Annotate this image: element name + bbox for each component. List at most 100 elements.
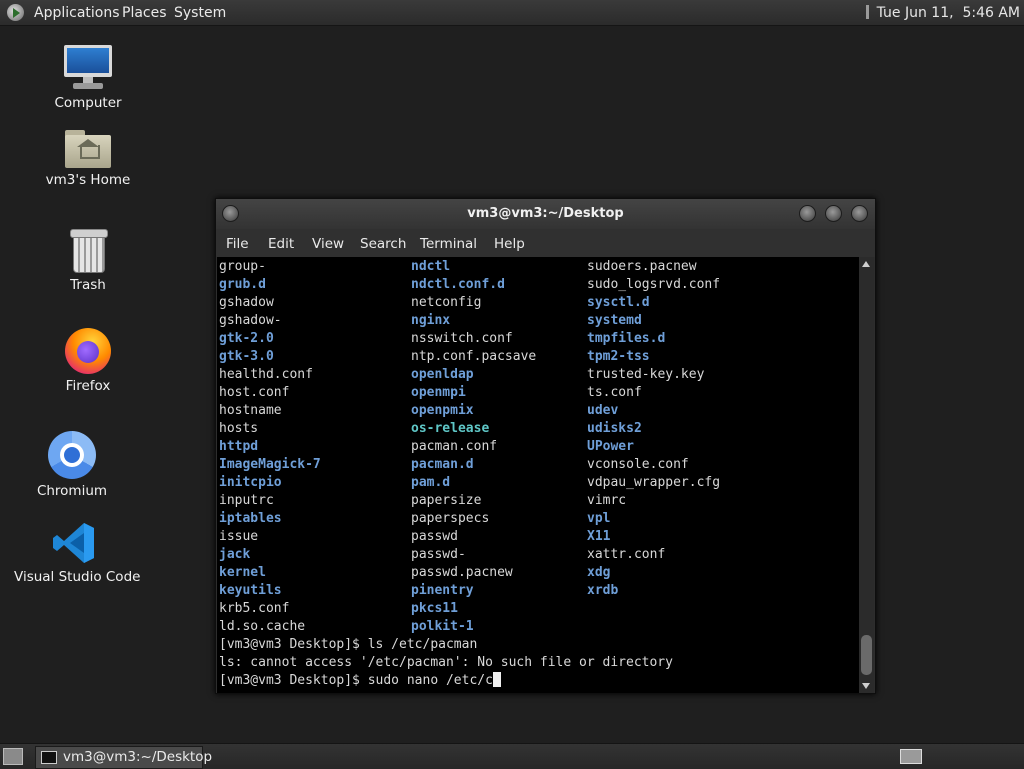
desktop-icon-firefox[interactable]: Firefox (28, 326, 148, 394)
listing-entry: ndctl (411, 259, 451, 274)
listing-entry: vconsole.conf (587, 457, 689, 472)
desktop-icon-label: Visual Studio Code (14, 569, 141, 585)
listing-entry: openpmix (411, 403, 474, 418)
listing-entry: udisks2 (587, 421, 642, 436)
scrollbar-thumb[interactable] (861, 635, 872, 675)
desktop-icon-label: Firefox (65, 378, 111, 394)
listing-entry: xrdb (587, 583, 619, 598)
listing-entry: pinentry (411, 583, 474, 598)
menu-search[interactable]: Search (360, 236, 406, 252)
desktop-icon-computer[interactable]: Computer (28, 45, 148, 111)
applications-menu-icon[interactable] (7, 4, 24, 21)
listing-entry: pacman.d (411, 457, 474, 472)
listing-entry: sudoers.pacnew (587, 259, 697, 274)
terminal-output[interactable]: group-ndctl sudoers.pacnew grub.d ndctl.con… (217, 257, 859, 693)
listing-entry: X11 (587, 529, 611, 544)
desktop-icon-label: Computer (54, 95, 122, 111)
menu-file[interactable]: File (226, 236, 249, 252)
top-panel: Applications Places System Tue Jun 11, 5… (0, 0, 1024, 26)
listing-entry: udev (587, 403, 619, 418)
terminal-line: ls: cannot access '/etc/pacman': No such… (219, 655, 673, 670)
terminal-line: [vm3@vm3 Desktop]$ ls /etc/pacman (219, 637, 478, 652)
listing-entry: pam.d (411, 475, 451, 490)
places-menu[interactable]: Places (122, 3, 167, 23)
taskbar-label: vm3@vm3:~/Desktop (63, 749, 213, 765)
home-folder-icon (65, 128, 111, 168)
workspace-switcher[interactable] (900, 749, 922, 764)
listing-entry: ntp.conf.pacsave (411, 349, 537, 364)
listing-entry: nsswitch.conf (411, 331, 513, 346)
scroll-up-arrow-icon[interactable] (862, 261, 870, 267)
desktop-icon-label: Chromium (36, 483, 108, 499)
desktop-icon-vscode[interactable]: Visual Studio Code (14, 521, 141, 585)
vscode-icon (52, 521, 96, 565)
listing-entry: gtk-2.0 (219, 331, 274, 346)
clock[interactable]: Tue Jun 11, 5:46 AM (877, 5, 1020, 21)
listing-entry: group- (219, 259, 266, 274)
bottom-panel: vm3@vm3:~/Desktop (0, 743, 1024, 769)
desktop-icon-label: Trash (70, 277, 106, 293)
listing-entry: sudo_logsrvd.conf (587, 277, 721, 292)
listing-entry: iptables (219, 511, 282, 526)
listing-entry: sysctl.d (587, 295, 650, 310)
listing-entry: initcpio (219, 475, 282, 490)
trash-icon (69, 229, 108, 273)
close-button[interactable] (851, 205, 868, 222)
desktop-icon-chromium[interactable]: Chromium (12, 431, 132, 499)
listing-entry: ld.so.cache (219, 619, 306, 634)
system-menu[interactable]: System (174, 3, 226, 23)
show-desktop-icon[interactable] (3, 748, 23, 765)
terminal-icon (41, 751, 57, 764)
listing-entry: grub.d (219, 277, 266, 292)
panel-separator (865, 5, 869, 19)
minimize-button[interactable] (799, 205, 816, 222)
terminal-scrollbar[interactable] (859, 257, 874, 693)
menu-terminal[interactable]: Terminal (420, 236, 477, 252)
menu-edit[interactable]: Edit (268, 236, 294, 252)
listing-entry: hosts (219, 421, 259, 436)
listing-entry: papersize (411, 493, 482, 508)
listing-entry: ImageMagick-7 (219, 457, 321, 472)
listing-entry: paperspecs (411, 511, 490, 526)
listing-entry: vdpau_wrapper.cfg (587, 475, 721, 490)
terminal-menubar: File Edit View Search Terminal Help (216, 229, 875, 257)
listing-entry: krb5.conf (219, 601, 290, 616)
terminal-titlebar[interactable]: vm3@vm3:~/Desktop (216, 199, 875, 229)
listing-entry: vpl (587, 511, 611, 526)
chromium-icon (48, 431, 96, 479)
listing-entry: passwd (411, 529, 458, 544)
menu-view[interactable]: View (312, 236, 344, 252)
scroll-down-arrow-icon[interactable] (862, 683, 870, 689)
text-cursor (492, 672, 501, 687)
listing-entry: systemd (587, 313, 642, 328)
listing-entry: xattr.conf (587, 547, 666, 562)
applications-menu[interactable]: Applications (34, 3, 120, 23)
listing-entry: ts.conf (587, 385, 642, 400)
listing-entry: openldap (411, 367, 474, 382)
terminal-window[interactable]: vm3@vm3:~/Desktop File Edit View Search … (215, 198, 876, 694)
listing-entry: os-release (411, 421, 490, 436)
listing-entry: keyutils (219, 583, 282, 598)
listing-entry: xdg (587, 565, 611, 580)
listing-entry: gtk-3.0 (219, 349, 274, 364)
listing-entry: passwd.pacnew (411, 565, 513, 580)
listing-entry: openmpi (411, 385, 466, 400)
firefox-icon (65, 326, 111, 374)
listing-entry: host.conf (219, 385, 290, 400)
taskbar-button-terminal[interactable]: vm3@vm3:~/Desktop (35, 746, 212, 769)
listing-entry: httpd (219, 439, 259, 454)
maximize-button[interactable] (825, 205, 842, 222)
listing-entry: tpm2-tss (587, 349, 650, 364)
listing-entry: hostname (219, 403, 282, 418)
computer-icon (64, 45, 112, 91)
listing-entry: vimrc (587, 493, 627, 508)
clock-area[interactable]: Tue Jun 11, 5:46 AM (865, 3, 1020, 23)
listing-entry: UPower (587, 439, 634, 454)
command-prompt[interactable]: [vm3@vm3 Desktop]$ sudo nano /etc/c (219, 672, 501, 690)
desktop-icon-home[interactable]: vm3's Home (28, 128, 148, 188)
menu-help[interactable]: Help (494, 236, 525, 252)
listing-entry: jack (219, 547, 251, 562)
desktop-icon-trash[interactable]: Trash (28, 229, 148, 293)
listing-entry: ndctl.conf.d (411, 277, 505, 292)
listing-entry: nginx (411, 313, 451, 328)
